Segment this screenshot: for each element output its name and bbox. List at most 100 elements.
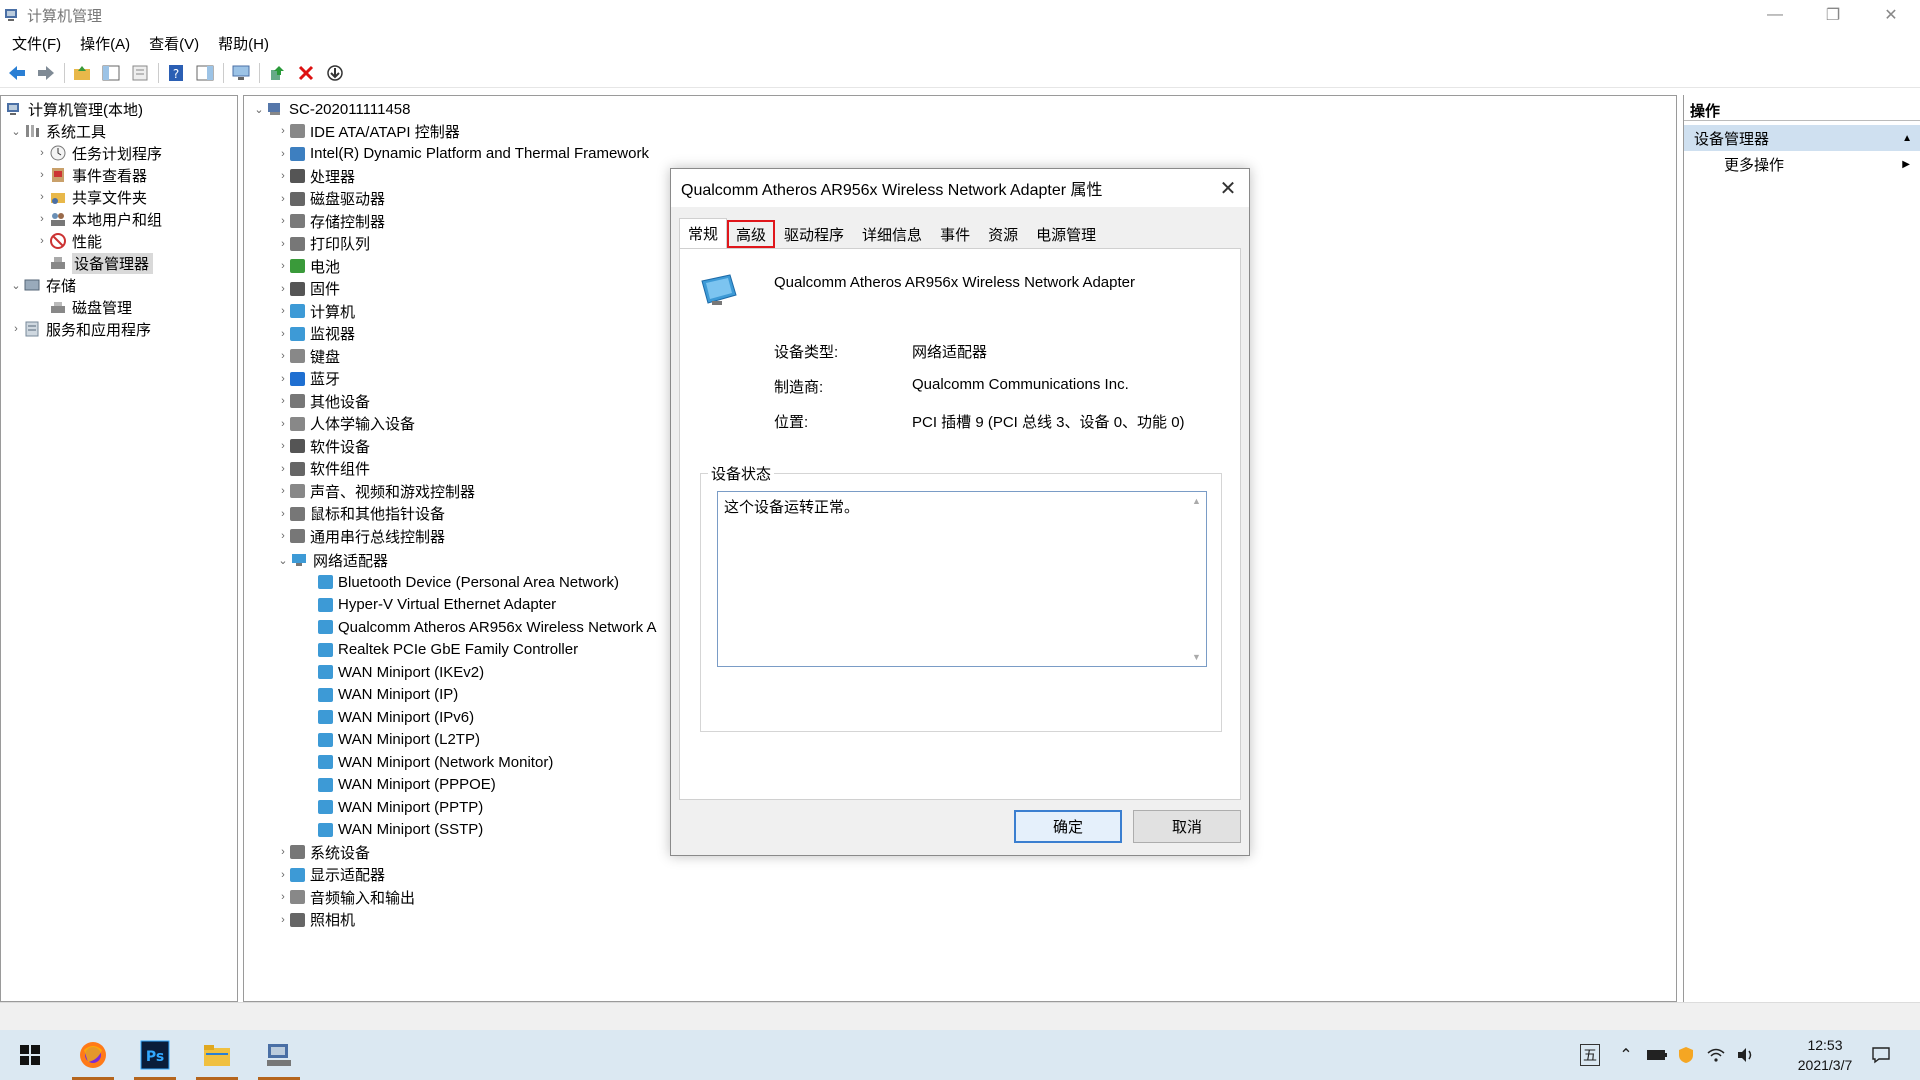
- properties-icon[interactable]: [129, 62, 151, 84]
- tree-device-category[interactable]: › 其他设备: [276, 390, 370, 412]
- tree-disk-management[interactable]: 磁盘管理: [49, 296, 132, 318]
- battery-icon[interactable]: [1644, 1030, 1670, 1080]
- chevron-right-icon[interactable]: ›: [276, 328, 290, 340]
- tab-resources[interactable]: 资源: [979, 220, 1027, 248]
- tree-network-adapter-item[interactable]: Bluetooth Device (Personal Area Network): [318, 571, 619, 593]
- tree-network-adapter-item[interactable]: WAN Miniport (SSTP): [318, 819, 483, 841]
- tree-device-category[interactable]: › 键盘: [276, 345, 340, 367]
- tree-device-category[interactable]: › 蓝牙: [276, 368, 340, 390]
- tree-device-category[interactable]: › 固件: [276, 278, 340, 300]
- tree-services[interactable]: › 服务和应用程序: [9, 318, 151, 340]
- more-actions-item[interactable]: 更多操作 ▶: [1684, 151, 1920, 177]
- chevron-right-icon[interactable]: ›: [276, 148, 290, 160]
- tree-shared-folders[interactable]: › 共享文件夹: [35, 186, 147, 208]
- tree-performance[interactable]: › 性能: [35, 230, 102, 252]
- tree-device-category[interactable]: › 照相机: [276, 909, 355, 931]
- tree-network-adapter-item[interactable]: WAN Miniport (Network Monitor): [318, 751, 553, 773]
- tree-network-adapter-item[interactable]: WAN Miniport (PPTP): [318, 796, 483, 818]
- chevron-right-icon[interactable]: ›: [276, 440, 290, 452]
- chevron-right-icon[interactable]: ›: [9, 323, 23, 335]
- actions-section-device-manager[interactable]: 设备管理器 ▲: [1684, 125, 1920, 151]
- close-button[interactable]: ✕: [1862, 0, 1920, 30]
- tree-network-adapter-item[interactable]: WAN Miniport (PPPOE): [318, 774, 496, 796]
- show-hidden-icons-icon[interactable]: ⌃: [1614, 1030, 1638, 1080]
- restore-button[interactable]: ❐: [1804, 0, 1862, 30]
- chevron-right-icon[interactable]: ›: [276, 305, 290, 317]
- chevron-right-icon[interactable]: ›: [276, 530, 290, 542]
- tree-device-category[interactable]: › 电池: [276, 255, 340, 277]
- tab-general[interactable]: 常规: [679, 218, 728, 248]
- tree-device-category[interactable]: › 鼠标和其他指针设备: [276, 503, 445, 525]
- device-status-textbox[interactable]: 这个设备运转正常。 ▲ ▼: [717, 491, 1207, 667]
- chevron-right-icon[interactable]: ›: [276, 125, 290, 137]
- chevron-down-icon[interactable]: ⌄: [252, 103, 266, 116]
- menu-file[interactable]: 文件(F): [12, 33, 61, 54]
- start-button[interactable]: [5, 1030, 55, 1080]
- tree-device-category[interactable]: › 磁盘驱动器: [276, 188, 385, 210]
- status-scrollbar[interactable]: ▲ ▼: [1189, 494, 1204, 664]
- chevron-right-icon[interactable]: ›: [276, 395, 290, 407]
- collapse-up-icon[interactable]: ▲: [1902, 133, 1912, 144]
- monitor-icon[interactable]: [230, 62, 252, 84]
- tree-network-adapter-item[interactable]: WAN Miniport (IKEv2): [318, 661, 484, 683]
- chevron-down-icon[interactable]: ⌄: [9, 125, 23, 138]
- tree-device-manager[interactable]: 设备管理器: [49, 252, 154, 274]
- tree-network-adapter-item[interactable]: Realtek PCIe GbE Family Controller: [318, 639, 578, 661]
- tree-device-category[interactable]: › 通用串行总线控制器: [276, 525, 445, 547]
- tree-task-scheduler[interactable]: › 任务计划程序: [35, 142, 162, 164]
- tree-device-category[interactable]: › 监视器: [276, 323, 355, 345]
- tab-events[interactable]: 事件: [931, 220, 979, 248]
- menu-action[interactable]: 操作(A): [80, 33, 130, 54]
- tree-network-adapter-item[interactable]: Qualcomm Atheros AR956x Wireless Network…: [318, 616, 656, 638]
- menu-view[interactable]: 查看(V): [149, 33, 199, 54]
- tree-device-category[interactable]: › 音频输入和输出: [276, 886, 415, 908]
- tree-network-adapter-item[interactable]: WAN Miniport (IPv6): [318, 706, 474, 728]
- chevron-right-icon[interactable]: ›: [35, 191, 49, 203]
- tree-storage[interactable]: ⌄ 存储: [9, 274, 76, 296]
- taskbar-file-explorer[interactable]: [192, 1030, 242, 1080]
- tree-device-category[interactable]: › 存储控制器: [276, 210, 385, 232]
- tree-device-category[interactable]: › IDE ATA/ATAPI 控制器: [276, 120, 460, 142]
- tree-device-category[interactable]: › Intel(R) Dynamic Platform and Thermal F…: [276, 143, 649, 165]
- tab-details[interactable]: 详细信息: [853, 220, 931, 248]
- download-icon[interactable]: [324, 62, 346, 84]
- dialog-close-icon[interactable]: ✕: [1215, 175, 1241, 201]
- chevron-right-icon[interactable]: ›: [276, 914, 290, 926]
- minimize-button[interactable]: —: [1746, 0, 1804, 30]
- chevron-right-icon[interactable]: ›: [35, 169, 49, 181]
- chevron-right-icon[interactable]: ›: [35, 213, 49, 225]
- chevron-right-icon[interactable]: ›: [276, 350, 290, 362]
- taskbar-firefox[interactable]: [68, 1030, 118, 1080]
- tree-network-adapter-item[interactable]: WAN Miniport (IP): [318, 684, 458, 706]
- action-pane-icon[interactable]: [194, 62, 216, 84]
- tree-event-viewer[interactable]: › 事件查看器: [35, 164, 147, 186]
- taskbar-photoshop[interactable]: Ps: [130, 1030, 180, 1080]
- volume-icon[interactable]: [1734, 1030, 1758, 1080]
- tree-device-category[interactable]: › 人体学输入设备: [276, 413, 415, 435]
- tree-device-category[interactable]: › 系统设备: [276, 841, 370, 863]
- chevron-right-icon[interactable]: ›: [276, 283, 290, 295]
- tree-device-category[interactable]: › 软件组件: [276, 458, 370, 480]
- tree-local-users[interactable]: › 本地用户和组: [35, 208, 162, 230]
- tab-driver[interactable]: 驱动程序: [775, 220, 853, 248]
- tree-device-category[interactable]: › 处理器: [276, 165, 355, 187]
- ime-indicator[interactable]: 五: [1578, 1030, 1602, 1080]
- chevron-down-icon[interactable]: ⌄: [9, 279, 23, 292]
- scroll-down-icon[interactable]: ▼: [1192, 652, 1201, 662]
- cancel-button[interactable]: 取消: [1133, 810, 1241, 843]
- chevron-right-icon[interactable]: ›: [276, 238, 290, 250]
- update-driver-icon[interactable]: [266, 62, 288, 84]
- chevron-right-icon[interactable]: ›: [276, 846, 290, 858]
- shield-icon[interactable]: [1674, 1030, 1698, 1080]
- help-icon[interactable]: ?: [165, 62, 187, 84]
- tree-device-category[interactable]: › 计算机: [276, 300, 355, 322]
- uninstall-icon[interactable]: [295, 62, 317, 84]
- taskbar-clock[interactable]: 12:53 2021/3/7: [1780, 1035, 1870, 1075]
- tab-advanced[interactable]: 高级: [727, 220, 776, 248]
- chevron-right-icon[interactable]: ›: [276, 869, 290, 881]
- chevron-right-icon[interactable]: ›: [276, 508, 290, 520]
- chevron-down-icon[interactable]: ⌄: [276, 554, 290, 567]
- chevron-right-icon[interactable]: ›: [276, 418, 290, 430]
- notification-icon[interactable]: [1866, 1030, 1896, 1080]
- chevron-right-icon[interactable]: ›: [35, 235, 49, 247]
